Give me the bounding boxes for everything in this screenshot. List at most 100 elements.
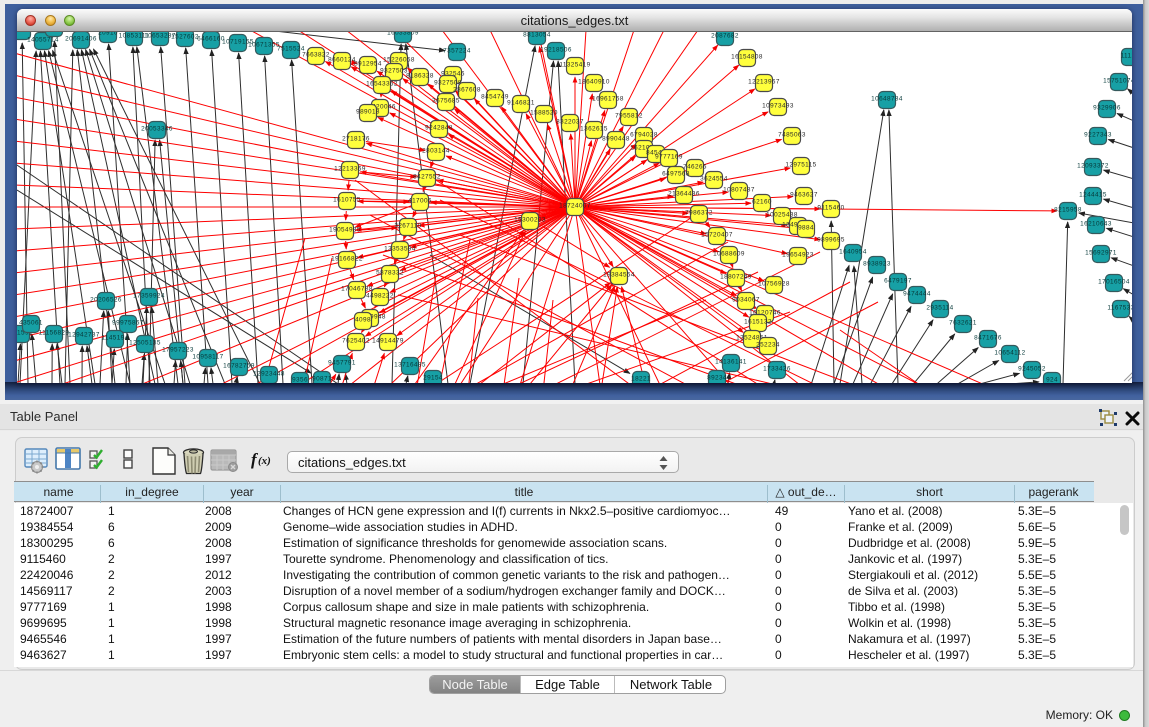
svg-text:3675685: 3675685 — [432, 98, 460, 105]
svg-text:20206526: 20206526 — [90, 297, 122, 304]
svg-text:4098: 4098 — [355, 317, 371, 324]
svg-text:16782759: 16782759 — [223, 363, 255, 370]
svg-text:10654112: 10654112 — [994, 350, 1025, 357]
svg-text:11122: 11122 — [1121, 53, 1132, 60]
svg-text:2935114: 2935114 — [926, 305, 953, 312]
svg-text:12923448: 12923448 — [253, 371, 285, 378]
svg-text:7632621: 7632621 — [949, 320, 977, 327]
svg-text:29154: 29154 — [423, 375, 443, 382]
svg-text:1588520: 1588520 — [530, 110, 558, 117]
svg-text:12093372: 12093372 — [1077, 163, 1109, 170]
svg-text:6479197: 6479197 — [884, 278, 912, 285]
svg-text:7625402: 7625402 — [342, 338, 370, 345]
svg-text:9115460: 9115460 — [817, 205, 844, 212]
svg-text:5878332: 5878332 — [376, 270, 404, 277]
svg-text:4498222: 4498222 — [366, 293, 394, 300]
svg-text:9227343: 9227343 — [1084, 132, 1112, 139]
svg-text:1610755: 1610755 — [333, 197, 361, 204]
svg-text:8471676: 8471676 — [974, 335, 1002, 342]
svg-text:10688609: 10688609 — [713, 251, 745, 258]
svg-text:1405: 1405 — [17, 32, 30, 34]
svg-text:9777169: 9777169 — [655, 154, 683, 161]
svg-text:12975115: 12975115 — [785, 162, 816, 169]
svg-text:9329906: 9329906 — [1093, 105, 1121, 112]
svg-text:7955812: 7955812 — [615, 113, 643, 120]
svg-text:6466160: 6466160 — [197, 36, 225, 43]
svg-text:1167533: 1167533 — [1107, 305, 1132, 312]
svg-text:9242848: 9242848 — [425, 125, 453, 132]
svg-text:18724007: 18724007 — [559, 203, 591, 210]
svg-text:62160: 62160 — [752, 199, 772, 206]
svg-text:1615132: 1615132 — [744, 319, 772, 326]
svg-text:14914479: 14914479 — [372, 338, 404, 345]
svg-text:16033809: 16033809 — [387, 32, 419, 37]
svg-text:17046788: 17046788 — [341, 286, 373, 293]
svg-text:252234: 252234 — [756, 342, 780, 349]
svg-text:19654923: 19654923 — [782, 252, 814, 259]
svg-text:8660124: 8660124 — [328, 57, 356, 64]
svg-text:15300203: 15300203 — [514, 217, 546, 224]
svg-text:11325419: 11325419 — [559, 62, 590, 69]
svg-text:9899695: 9899695 — [817, 237, 845, 244]
svg-text:8912954: 8912954 — [354, 61, 382, 68]
svg-text:11156829: 11156829 — [39, 330, 70, 337]
svg-text:17359924: 17359924 — [133, 293, 165, 300]
svg-text:9034067: 9034067 — [732, 297, 760, 304]
svg-text:9245052: 9245052 — [1018, 366, 1046, 373]
svg-text:9474444: 9474444 — [903, 291, 931, 298]
svg-text:19054985: 19054985 — [329, 227, 361, 234]
svg-text:8938923: 8938923 — [863, 261, 891, 268]
svg-text:18221: 18221 — [631, 376, 651, 383]
svg-text:20691406: 20691406 — [65, 36, 97, 43]
svg-text:19218506: 19218506 — [540, 47, 572, 54]
svg-text:7986372: 7986372 — [685, 210, 713, 217]
svg-text:6497568: 6497568 — [662, 171, 690, 178]
svg-text:7515524: 7515524 — [277, 46, 305, 53]
svg-text:12942737: 12942737 — [68, 332, 100, 339]
svg-text:8454749: 8454749 — [481, 94, 509, 101]
svg-text:99975867: 99975867 — [112, 320, 144, 327]
svg-text:8322037: 8322037 — [556, 119, 584, 126]
svg-text:12505135: 12505135 — [129, 340, 161, 347]
svg-text:1244415: 1244415 — [1079, 192, 1107, 199]
svg-text:12213967: 12213967 — [748, 79, 780, 86]
svg-text:16543362: 16543362 — [366, 81, 398, 88]
svg-text:9463627: 9463627 — [790, 192, 818, 199]
svg-text:7485063: 7485063 — [778, 132, 806, 139]
svg-text:18807249: 18807249 — [720, 274, 752, 281]
svg-text:8186328: 8186328 — [406, 73, 434, 80]
svg-text:2867608: 2867608 — [453, 87, 481, 94]
svg-text:9327508: 9327508 — [434, 80, 462, 87]
svg-text:89234: 89234 — [707, 375, 727, 382]
svg-text:9327503: 9327503 — [380, 68, 408, 75]
svg-text:10973493: 10973493 — [762, 103, 794, 110]
svg-text:13353594: 13353594 — [384, 246, 416, 253]
svg-text:10671355: 10671355 — [248, 42, 280, 49]
svg-text:13716485: 13716485 — [394, 362, 426, 369]
svg-text:8813054: 8813054 — [523, 32, 551, 39]
svg-text:2718176: 2718176 — [342, 136, 370, 143]
svg-text:19384554: 19384554 — [603, 272, 635, 279]
svg-text:12213369: 12213369 — [334, 166, 366, 173]
svg-text:18640910: 18640910 — [578, 79, 610, 86]
svg-text:14136141: 14136141 — [715, 359, 747, 366]
svg-text:1733426: 1733426 — [763, 366, 791, 373]
svg-text:8215958: 8215958 — [1054, 207, 1082, 214]
svg-text:2803144: 2803144 — [422, 148, 450, 155]
svg-text:20910: 20910 — [98, 32, 118, 37]
svg-text:10756928: 10756928 — [758, 281, 790, 288]
svg-text:6794028: 6794028 — [630, 132, 658, 139]
svg-text:90871: 90871 — [312, 376, 332, 383]
svg-text:9884: 9884 — [798, 225, 814, 232]
svg-text:21364436: 21364436 — [668, 191, 700, 198]
svg-text:17016504: 17016504 — [1098, 279, 1130, 286]
svg-text:989018: 989018 — [356, 109, 380, 116]
svg-text:15692971: 15692971 — [1085, 250, 1117, 257]
svg-text:8427552: 8427552 — [413, 174, 441, 181]
svg-text:16154808: 16154808 — [731, 54, 763, 61]
svg-text:746266: 746266 — [683, 164, 707, 171]
svg-text:15720407: 15720407 — [701, 232, 733, 239]
svg-text:20053346: 20053346 — [141, 126, 173, 133]
svg-text:435061: 435061 — [19, 320, 43, 327]
svg-text:10648784: 10648784 — [871, 96, 903, 103]
